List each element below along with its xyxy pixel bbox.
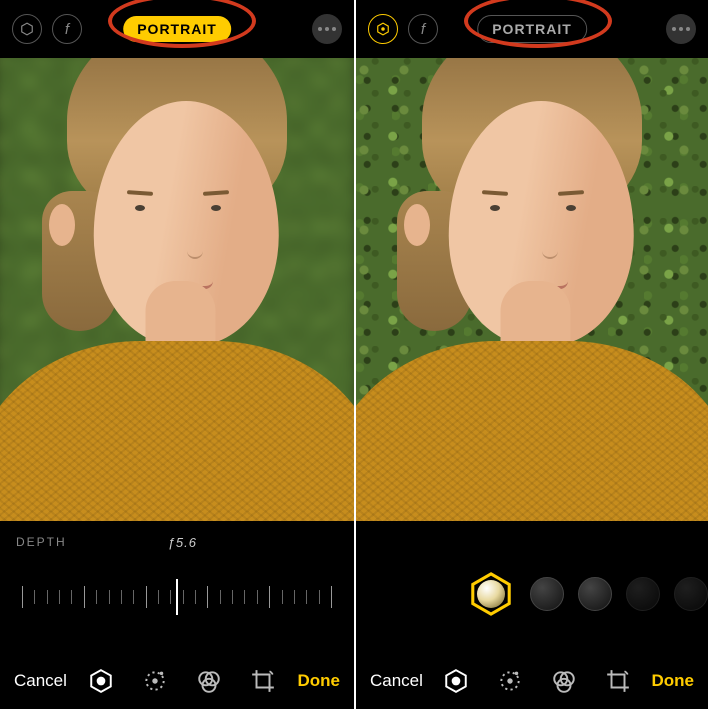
portrait-lighting-tool-icon[interactable] <box>88 668 114 694</box>
lighting-selected[interactable] <box>466 569 516 619</box>
portrait-badge[interactable]: PORTRAIT <box>477 15 587 43</box>
aperture-f-icon[interactable]: f <box>408 14 438 44</box>
aperture-f-icon[interactable]: f <box>52 14 82 44</box>
depth-slider[interactable] <box>16 572 338 622</box>
portrait-lighting-tool-icon[interactable] <box>443 668 469 694</box>
tool-row <box>88 668 276 694</box>
lighting-hex-icon[interactable] <box>12 14 42 44</box>
lighting-controls <box>356 521 708 653</box>
done-button[interactable]: Done <box>297 671 340 691</box>
depth-label: DEPTH <box>16 535 67 550</box>
subject-person <box>0 58 354 521</box>
filters-tool-icon[interactable] <box>196 668 222 694</box>
filters-tool-icon[interactable] <box>551 668 577 694</box>
lighting-option[interactable] <box>578 577 612 611</box>
lighting-hex-icon[interactable] <box>368 14 398 44</box>
depth-controls: DEPTH ƒ5.6 <box>0 521 354 653</box>
topbar: f PORTRAIT <box>356 0 708 58</box>
more-icon[interactable] <box>666 14 696 44</box>
topbar: f PORTRAIT <box>0 0 354 58</box>
adjust-tool-icon[interactable] <box>497 668 523 694</box>
lighting-option[interactable] <box>530 577 564 611</box>
tool-row <box>443 668 631 694</box>
right-phone: f PORTRAIT <box>354 0 708 709</box>
done-button[interactable]: Done <box>651 671 694 691</box>
crop-tool-icon[interactable] <box>605 668 631 694</box>
crop-tool-icon[interactable] <box>250 668 276 694</box>
screenshot-pair: f PORTRAIT DEPTH ƒ5.6 <box>0 0 708 709</box>
subject-person <box>356 58 708 521</box>
more-icon[interactable] <box>312 14 342 44</box>
cancel-button[interactable]: Cancel <box>14 671 67 691</box>
slider-thumb[interactable] <box>176 579 178 615</box>
adjust-tool-icon[interactable] <box>142 668 168 694</box>
photo-preview <box>356 58 708 521</box>
cancel-button[interactable]: Cancel <box>370 671 423 691</box>
bottombar: Cancel Done <box>356 653 708 709</box>
photo-preview <box>0 58 354 521</box>
depth-value: ƒ5.6 <box>168 535 197 550</box>
lighting-option[interactable] <box>674 577 708 611</box>
left-phone: f PORTRAIT DEPTH ƒ5.6 <box>0 0 354 709</box>
portrait-badge[interactable]: PORTRAIT <box>123 16 231 42</box>
bottombar: Cancel Done <box>0 653 354 709</box>
lighting-option[interactable] <box>626 577 660 611</box>
